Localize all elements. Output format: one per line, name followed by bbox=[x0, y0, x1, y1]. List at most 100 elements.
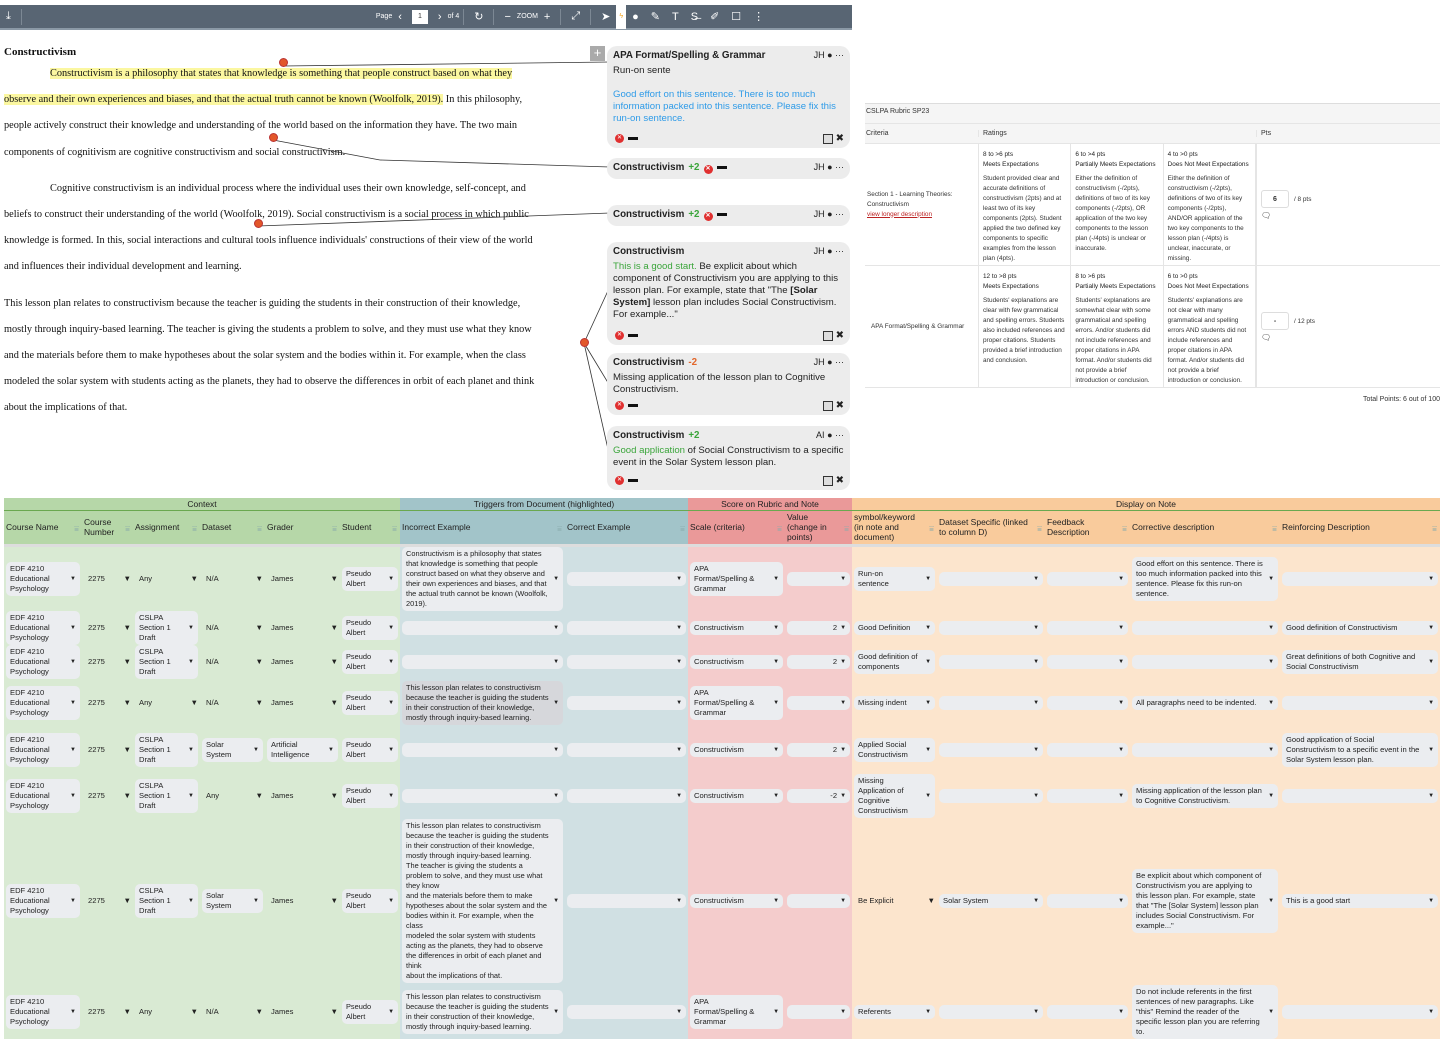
delete-icon[interactable]: ✕ bbox=[615, 134, 624, 143]
tools-icon[interactable]: ✖ bbox=[836, 133, 844, 144]
column-header[interactable]: Incorrect Example ⩸ bbox=[400, 510, 566, 547]
dropdown-cell[interactable]: Constructivism ▼ bbox=[690, 655, 784, 669]
dropdown-arrow-icon[interactable]: ▼ bbox=[123, 896, 131, 906]
dropdown-arrow-icon[interactable]: ▼ bbox=[840, 745, 846, 755]
dropdown-arrow-icon[interactable]: ▼ bbox=[773, 574, 779, 584]
dropdown-cell[interactable]: ▼ bbox=[939, 1004, 1044, 1019]
filter-icon[interactable]: ⩸ bbox=[844, 524, 849, 534]
dropdown-cell[interactable]: ▼ bbox=[1282, 696, 1439, 710]
dropdown-cell[interactable]: ▼ bbox=[402, 655, 564, 669]
dropdown-arrow-icon[interactable]: ▼ bbox=[1033, 657, 1039, 667]
dropdown-arrow-icon[interactable]: ▼ bbox=[1428, 1007, 1434, 1017]
dropdown-cell[interactable]: ▼ bbox=[1282, 571, 1439, 586]
dropdown-cell[interactable]: ▼ bbox=[567, 696, 687, 710]
dropdown-arrow-icon[interactable]: ▼ bbox=[330, 791, 338, 801]
dropdown-cell[interactable]: Good definition of components ▼ bbox=[854, 650, 936, 674]
filter-icon[interactable]: ⩸ bbox=[929, 524, 934, 534]
dropdown-cell[interactable]: ▼ bbox=[939, 743, 1044, 757]
dropdown-arrow-icon[interactable]: ▼ bbox=[70, 745, 76, 755]
dropdown-arrow-icon[interactable]: ▼ bbox=[70, 791, 76, 801]
dropdown-arrow-icon[interactable]: ▼ bbox=[1033, 698, 1039, 708]
dropdown-arrow-icon[interactable]: ▼ bbox=[1268, 896, 1274, 906]
dropdown-arrow-icon[interactable]: ▼ bbox=[70, 657, 76, 667]
dropdown-cell[interactable]: Be explicit about which component of Con… bbox=[1132, 869, 1279, 933]
dropdown-arrow-icon[interactable]: ▼ bbox=[773, 745, 779, 755]
dropdown-arrow-icon[interactable]: ▼ bbox=[123, 574, 131, 584]
comment-card[interactable]: Constructivism -2 JH ● ··· Missing applicat… bbox=[607, 353, 850, 415]
dropdown-arrow-icon[interactable]: ▼ bbox=[255, 574, 263, 584]
dropdown-cell[interactable]: James ▼ bbox=[267, 791, 338, 801]
filter-icon[interactable]: ⩸ bbox=[557, 524, 562, 534]
more-options-icon[interactable]: ··· bbox=[833, 246, 844, 256]
dropdown-arrow-icon[interactable]: ▼ bbox=[255, 1007, 263, 1017]
dropdown-arrow-icon[interactable]: ▼ bbox=[255, 657, 263, 667]
dropdown-cell[interactable]: ▼ bbox=[787, 571, 851, 586]
dropdown-arrow-icon[interactable]: ▼ bbox=[388, 623, 394, 633]
dropdown-arrow-icon[interactable]: ▼ bbox=[1033, 574, 1039, 584]
dropdown-cell[interactable]: ▼ bbox=[1047, 620, 1129, 635]
dropdown-arrow-icon[interactable]: ▼ bbox=[388, 745, 394, 755]
dropdown-arrow-icon[interactable]: ▼ bbox=[70, 896, 76, 906]
dropdown-cell[interactable]: Applied Social Constructivism ▼ bbox=[854, 738, 936, 762]
dropdown-arrow-icon[interactable]: ▼ bbox=[1268, 657, 1274, 667]
dropdown-cell[interactable]: ▼ bbox=[1047, 696, 1129, 710]
dropdown-cell[interactable]: All paragraphs need to be indented. ▼ bbox=[1132, 696, 1279, 710]
dropdown-cell[interactable]: Any ▼ bbox=[135, 574, 198, 584]
dropdown-cell[interactable]: Missing Application of Cognitive Constru… bbox=[854, 773, 936, 818]
dropdown-arrow-icon[interactable]: ▼ bbox=[1118, 745, 1124, 755]
dropdown-arrow-icon[interactable]: ▼ bbox=[1033, 623, 1039, 633]
dropdown-cell[interactable]: ▼ bbox=[787, 894, 851, 908]
collapse-icon[interactable] bbox=[628, 404, 638, 407]
add-comment-button[interactable]: + bbox=[590, 46, 605, 61]
dropdown-cell[interactable]: Solar System ▼ bbox=[202, 738, 263, 762]
dropdown-arrow-icon[interactable]: ▼ bbox=[1268, 1007, 1274, 1017]
dropdown-arrow-icon[interactable]: ▼ bbox=[1118, 791, 1124, 801]
dropdown-cell[interactable]: ▼ bbox=[1047, 894, 1129, 908]
dropdown-cell[interactable]: EDF 4210 Educational Psychology ▼ bbox=[6, 610, 80, 645]
dropdown-arrow-icon[interactable]: ▼ bbox=[773, 623, 779, 633]
collapse-icon[interactable] bbox=[628, 334, 638, 337]
delete-icon[interactable]: ✕ bbox=[615, 401, 624, 410]
select-checkbox[interactable] bbox=[822, 400, 833, 411]
rating-cell[interactable]: 4 to >0 pts Does Not Meet Expectations Eit… bbox=[1164, 144, 1256, 265]
dropdown-cell[interactable]: Do not include referents in the first se… bbox=[1132, 984, 1279, 1039]
dropdown-cell[interactable]: Good definition of Constructivism ▼ bbox=[1282, 620, 1439, 635]
dropdown-arrow-icon[interactable]: ▼ bbox=[70, 1007, 76, 1017]
dropdown-cell[interactable]: EDF 4210 Educational Psychology ▼ bbox=[6, 778, 80, 813]
dropdown-cell[interactable]: ▼ bbox=[1132, 620, 1279, 635]
dropdown-arrow-icon[interactable]: ▼ bbox=[330, 1007, 338, 1017]
dropdown-cell[interactable]: Referents ▼ bbox=[854, 1004, 936, 1019]
dropdown-arrow-icon[interactable]: ▼ bbox=[840, 896, 846, 906]
annotation-pin[interactable] bbox=[279, 58, 288, 67]
column-header[interactable]: Corrective description ⩸ bbox=[1130, 510, 1281, 547]
dropdown-cell[interactable]: Good Definition ▼ bbox=[854, 620, 936, 635]
column-header[interactable]: Dataset ⩸ bbox=[200, 510, 265, 547]
dropdown-cell[interactable]: This lesson plan relates to constructivi… bbox=[402, 681, 564, 725]
dropdown-arrow-icon[interactable]: ▼ bbox=[925, 791, 931, 801]
collapse-icon[interactable] bbox=[716, 213, 727, 216]
dropdown-cell[interactable]: APA Format/Spelling & Grammar ▼ bbox=[690, 686, 784, 720]
dropdown-cell[interactable]: Pseudo Albert ▼ bbox=[342, 783, 399, 808]
dropdown-cell[interactable]: ▼ bbox=[1047, 571, 1129, 586]
dropdown-cell[interactable]: Solar System ▼ bbox=[939, 894, 1044, 908]
dropdown-arrow-icon[interactable]: ▼ bbox=[253, 896, 259, 906]
dropdown-arrow-icon[interactable]: ▼ bbox=[255, 791, 263, 801]
dropdown-cell[interactable]: CSLPA Section 1 Draft ▼ bbox=[135, 610, 198, 645]
dropdown-cell[interactable]: CSLPA Section 1 Draft ▼ bbox=[135, 884, 198, 918]
dropdown-arrow-icon[interactable]: ▼ bbox=[188, 791, 194, 801]
comment-card[interactable]: Constructivism +2 AI ● ··· Good application… bbox=[607, 426, 850, 490]
points-input[interactable]: 6 bbox=[1261, 189, 1289, 208]
dropdown-cell[interactable]: ▼ bbox=[939, 696, 1044, 710]
dropdown-arrow-icon[interactable]: ▼ bbox=[553, 623, 559, 633]
dropdown-cell[interactable]: ▼ bbox=[567, 788, 687, 803]
dropdown-cell[interactable]: ▼ bbox=[1047, 1004, 1129, 1019]
comment-card[interactable]: APA Format/Spelling & Grammar JH ● ··· Run… bbox=[607, 46, 850, 148]
filter-icon[interactable]: ⩸ bbox=[680, 524, 685, 534]
dropdown-cell[interactable]: 2 ▼ bbox=[787, 655, 851, 669]
dropdown-arrow-icon[interactable]: ▼ bbox=[388, 791, 394, 801]
dropdown-cell[interactable]: ▼ bbox=[1047, 655, 1129, 669]
dropdown-arrow-icon[interactable]: ▼ bbox=[330, 896, 338, 906]
column-header[interactable]: Correct Example ⩸ bbox=[565, 510, 689, 547]
dropdown-arrow-icon[interactable]: ▼ bbox=[1118, 698, 1124, 708]
dropdown-arrow-icon[interactable]: ▼ bbox=[1428, 623, 1434, 633]
